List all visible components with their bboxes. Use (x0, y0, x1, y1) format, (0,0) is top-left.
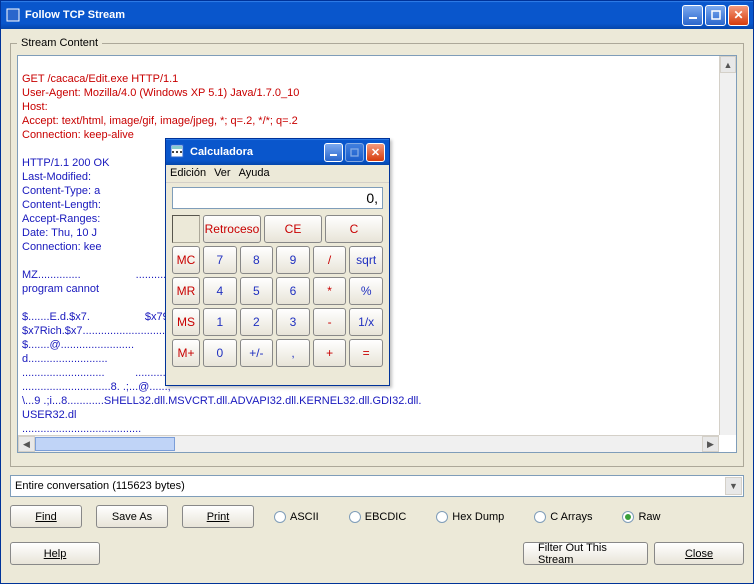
window-close-button[interactable]: ✕ (728, 5, 749, 26)
request-text: GET /cacaca/Edit.exe HTTP/1.1 User-Agent… (22, 73, 299, 141)
calc-minimize-button[interactable] (324, 143, 343, 162)
calc-7-button[interactable]: 7 (203, 246, 237, 274)
calc-1-button[interactable]: 1 (203, 308, 237, 336)
filter-out-button[interactable]: Filter Out This Stream (523, 542, 648, 565)
radio-carrays[interactable]: C Arrays (534, 511, 592, 523)
calc-sqrt-button[interactable]: sqrt (349, 246, 383, 274)
calc-9-button[interactable]: 9 (276, 246, 310, 274)
calc-5-button[interactable]: 5 (240, 277, 274, 305)
calc-divide-button[interactable]: / (313, 246, 347, 274)
calc-percent-button[interactable]: % (349, 277, 383, 305)
print-button[interactable]: Print (182, 505, 254, 528)
scroll-right-icon[interactable]: ▶ (702, 436, 719, 452)
dropdown-text: Entire conversation (115623 bytes) (15, 480, 185, 492)
maximize-button[interactable] (705, 5, 726, 26)
calc-close-button[interactable]: ✕ (366, 143, 385, 162)
calc-menu-edicion[interactable]: Edición (170, 167, 206, 180)
calc-2-button[interactable]: 2 (240, 308, 274, 336)
format-radio-group: ASCII EBCDIC Hex Dump C Arrays Raw (274, 511, 744, 523)
window-title: Follow TCP Stream (25, 9, 682, 21)
close-button[interactable]: Close (654, 542, 744, 565)
calc-memory-indicator (172, 215, 200, 243)
app-icon (5, 7, 21, 23)
calc-icon (170, 144, 186, 160)
calc-6-button[interactable]: 6 (276, 277, 310, 305)
save-as-button[interactable]: Save As (96, 505, 168, 528)
radio-ascii[interactable]: ASCII (274, 511, 319, 523)
calc-menu-ver[interactable]: Ver (214, 167, 231, 180)
calc-decimal-button[interactable]: , (276, 339, 310, 367)
calc-multiply-button[interactable]: * (313, 277, 347, 305)
calc-c-button[interactable]: C (325, 215, 383, 243)
calc-maximize-button[interactable] (345, 143, 364, 162)
calc-add-button[interactable]: + (313, 339, 347, 367)
titlebar[interactable]: Follow TCP Stream ✕ (1, 1, 753, 29)
calc-8-button[interactable]: 8 (240, 246, 274, 274)
radio-ebcdic[interactable]: EBCDIC (349, 511, 407, 523)
calc-equals-button[interactable]: = (349, 339, 383, 367)
calc-subtract-button[interactable]: - (313, 308, 347, 336)
scroll-thumb[interactable] (35, 437, 175, 451)
calc-ms-button[interactable]: MS (172, 308, 200, 336)
calc-backspace-button[interactable]: Retroceso (203, 215, 261, 243)
calc-titlebar[interactable]: Calculadora ✕ (166, 139, 389, 165)
calc-0-button[interactable]: 0 (203, 339, 237, 367)
calc-4-button[interactable]: 4 (203, 277, 237, 305)
calc-display: 0, (172, 187, 383, 209)
stream-content-legend: Stream Content (17, 37, 102, 49)
help-button[interactable]: Help (10, 542, 100, 565)
scroll-left-icon[interactable]: ◀ (18, 436, 35, 452)
horizontal-scrollbar[interactable]: ◀ ▶ (18, 435, 719, 452)
calc-sign-button[interactable]: +/- (240, 339, 274, 367)
radio-hexdump[interactable]: Hex Dump (436, 511, 504, 523)
calc-mc-button[interactable]: MC (172, 246, 200, 274)
calc-3-button[interactable]: 3 (276, 308, 310, 336)
conversation-dropdown[interactable]: Entire conversation (115623 bytes) ▼ (10, 475, 744, 497)
calculator-window[interactable]: Calculadora ✕ Edición Ver Ayuda 0, Retro… (165, 138, 390, 386)
calc-menubar: Edición Ver Ayuda (166, 165, 389, 183)
calc-mr-button[interactable]: MR (172, 277, 200, 305)
find-button[interactable]: Find (10, 505, 82, 528)
calc-inverse-button[interactable]: 1/x (349, 308, 383, 336)
minimize-button[interactable] (682, 5, 703, 26)
calc-title: Calculadora (190, 146, 324, 158)
calc-menu-ayuda[interactable]: Ayuda (239, 167, 270, 180)
calc-ce-button[interactable]: CE (264, 215, 322, 243)
calc-mplus-button[interactable]: M+ (172, 339, 200, 367)
radio-raw[interactable]: Raw (622, 511, 660, 523)
scroll-up-icon[interactable]: ▲ (720, 56, 736, 73)
dropdown-chevron-icon[interactable]: ▼ (725, 477, 742, 495)
vertical-scrollbar[interactable]: ▲ (719, 56, 736, 435)
